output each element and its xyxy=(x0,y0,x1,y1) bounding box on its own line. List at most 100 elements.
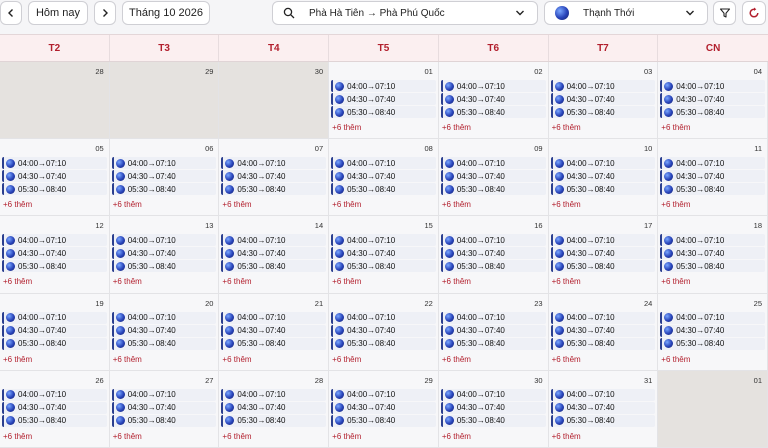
more-events-link[interactable]: +6 thêm xyxy=(332,200,361,209)
more-events-link[interactable]: +6 thêm xyxy=(113,277,142,286)
trip-event[interactable]: 04:00→07:10 xyxy=(331,388,436,401)
trip-event[interactable]: 04:30→07:40 xyxy=(660,93,765,105)
trip-event[interactable]: 04:00→07:10 xyxy=(550,234,656,247)
trip-event[interactable]: 05:30→08:40 xyxy=(221,414,327,427)
calendar-day-cell[interactable]: 08 04:00→07:10 04:30→07:40 05:30→08:40 +6 th… xyxy=(329,139,439,217)
calendar-day-cell[interactable]: 23 04:00→07:10 04:30→07:40 05:30→08:40 +6 th… xyxy=(438,293,549,371)
calendar-day-cell[interactable]: 17 04:00→07:10 04:30→07:40 05:30→08:40 +6 th… xyxy=(548,216,659,294)
more-events-link[interactable]: +6 thêm xyxy=(661,123,690,132)
more-events-link[interactable]: +6 thêm xyxy=(332,355,361,364)
trip-event[interactable]: 04:00→07:10 xyxy=(440,388,546,401)
trip-event[interactable]: 05:30→08:40 xyxy=(440,337,546,350)
trip-event[interactable]: 04:00→07:10 xyxy=(440,311,546,324)
trip-event[interactable]: 05:30→08:40 xyxy=(221,183,327,196)
trip-event[interactable]: 04:30→07:40 xyxy=(660,247,765,260)
calendar-day-cell[interactable]: 27 04:00→07:10 04:30→07:40 05:30→08:40 +6 th… xyxy=(109,370,220,448)
trip-event[interactable]: 05:30→08:40 xyxy=(660,260,765,273)
trip-event[interactable]: 05:30→08:40 xyxy=(2,260,107,273)
trip-event[interactable]: 04:00→07:10 xyxy=(331,157,436,170)
trip-event[interactable]: 04:30→07:40 xyxy=(550,401,656,414)
more-events-link[interactable]: +6 thêm xyxy=(113,355,142,364)
trip-event[interactable]: 04:30→07:40 xyxy=(550,170,656,183)
trip-event[interactable]: 05:30→08:40 xyxy=(221,260,327,273)
trip-event[interactable]: 04:00→07:10 xyxy=(2,234,107,247)
trip-event[interactable]: 04:00→07:10 xyxy=(221,157,327,170)
calendar-day-cell[interactable]: 31 04:00→07:10 04:30→07:40 05:30→08:40 +6 th… xyxy=(548,370,659,448)
trip-event[interactable]: 04:30→07:40 xyxy=(550,324,656,337)
calendar-day-cell[interactable]: 16 04:00→07:10 04:30→07:40 05:30→08:40 +6 th… xyxy=(438,216,549,294)
trip-event[interactable]: 05:30→08:40 xyxy=(550,337,656,350)
trip-event[interactable]: 05:30→08:40 xyxy=(111,260,217,273)
route-select[interactable]: Phà Hà Tiên → Phà Phú Quốc xyxy=(272,1,538,25)
trip-event[interactable]: 05:30→08:40 xyxy=(550,260,656,273)
calendar-day-cell[interactable]: 13 04:00→07:10 04:30→07:40 05:30→08:40 +6 th… xyxy=(109,216,220,294)
trip-event[interactable]: 05:30→08:40 xyxy=(440,106,546,118)
trip-event[interactable]: 04:30→07:40 xyxy=(331,247,436,260)
more-events-link[interactable]: +6 thêm xyxy=(222,277,251,286)
calendar-day-cell[interactable]: 19 04:00→07:10 04:30→07:40 05:30→08:40 +6 th… xyxy=(0,293,110,371)
more-events-link[interactable]: +6 thêm xyxy=(552,355,581,364)
calendar-day-cell[interactable]: 25 04:00→07:10 04:30→07:40 05:30→08:40 +6 th… xyxy=(658,293,768,371)
trip-event[interactable]: 05:30→08:40 xyxy=(440,183,546,196)
trip-event[interactable]: 04:30→07:40 xyxy=(550,247,656,260)
trip-event[interactable]: 05:30→08:40 xyxy=(221,337,327,350)
calendar-day-cell[interactable]: 04 04:00→07:10 04:30→07:40 05:30→08:40 +6 th… xyxy=(658,62,768,140)
trip-event[interactable]: 04:30→07:40 xyxy=(660,170,765,183)
more-events-link[interactable]: +6 thêm xyxy=(3,200,32,209)
trip-event[interactable]: 04:00→07:10 xyxy=(2,388,107,401)
calendar-day-cell[interactable]: 26 04:00→07:10 04:30→07:40 05:30→08:40 +6 th… xyxy=(0,370,110,448)
calendar-day-cell[interactable]: 29 04:00→07:10 04:30→07:40 05:30→08:40 +6 th… xyxy=(329,370,439,448)
more-events-link[interactable]: +6 thêm xyxy=(442,355,471,364)
trip-event[interactable]: 05:30→08:40 xyxy=(550,183,656,196)
calendar-day-cell[interactable]: 07 04:00→07:10 04:30→07:40 05:30→08:40 +6 th… xyxy=(219,139,330,217)
operator-select[interactable]: Thạnh Thới xyxy=(544,1,708,25)
prev-month-button[interactable] xyxy=(0,1,22,25)
more-events-link[interactable]: +6 thêm xyxy=(661,277,690,286)
more-events-link[interactable]: +6 thêm xyxy=(442,123,471,132)
filter-button[interactable] xyxy=(713,1,736,25)
trip-event[interactable]: 04:30→07:40 xyxy=(111,324,217,337)
calendar-day-cell[interactable]: 30 04:00→07:10 04:30→07:40 05:30→08:40 +6 th… xyxy=(438,370,549,448)
calendar-day-cell[interactable]: 14 04:00→07:10 04:30→07:40 05:30→08:40 +6 th… xyxy=(219,216,330,294)
trip-event[interactable]: 04:00→07:10 xyxy=(440,234,546,247)
trip-event[interactable]: 04:00→07:10 xyxy=(660,80,765,92)
calendar-day-cell[interactable]: 12 04:00→07:10 04:30→07:40 05:30→08:40 +6 th… xyxy=(0,216,110,294)
trip-event[interactable]: 05:30→08:40 xyxy=(2,337,107,350)
trip-event[interactable]: 04:30→07:40 xyxy=(331,93,436,105)
trip-event[interactable]: 05:30→08:40 xyxy=(111,183,217,196)
more-events-link[interactable]: +6 thêm xyxy=(222,355,251,364)
calendar-day-cell[interactable]: 21 04:00→07:10 04:30→07:40 05:30→08:40 +6 th… xyxy=(219,293,330,371)
trip-event[interactable]: 04:30→07:40 xyxy=(440,247,546,260)
trip-event[interactable]: 04:30→07:40 xyxy=(331,324,436,337)
more-events-link[interactable]: +6 thêm xyxy=(661,200,690,209)
trip-event[interactable]: 05:30→08:40 xyxy=(331,183,436,196)
trip-event[interactable]: 05:30→08:40 xyxy=(331,106,436,118)
more-events-link[interactable]: +6 thêm xyxy=(222,432,251,441)
trip-event[interactable]: 04:30→07:40 xyxy=(111,247,217,260)
trip-event[interactable]: 05:30→08:40 xyxy=(660,337,765,350)
calendar-day-cell[interactable]: 10 04:00→07:10 04:30→07:40 05:30→08:40 +6 th… xyxy=(548,139,659,217)
trip-event[interactable]: 05:30→08:40 xyxy=(331,414,436,427)
calendar-day-cell[interactable]: 09 04:00→07:10 04:30→07:40 05:30→08:40 +6 th… xyxy=(438,139,549,217)
calendar-day-cell[interactable]: 29 xyxy=(109,62,220,140)
trip-event[interactable]: 04:30→07:40 xyxy=(550,93,656,105)
more-events-link[interactable]: +6 thêm xyxy=(113,200,142,209)
next-month-button[interactable] xyxy=(94,1,116,25)
more-events-link[interactable]: +6 thêm xyxy=(3,432,32,441)
trip-event[interactable]: 04:00→07:10 xyxy=(660,311,765,324)
more-events-link[interactable]: +6 thêm xyxy=(332,432,361,441)
calendar-day-cell[interactable]: 02 04:00→07:10 04:30→07:40 05:30→08:40 +6 th… xyxy=(438,62,549,140)
trip-event[interactable]: 05:30→08:40 xyxy=(111,414,217,427)
calendar-day-cell[interactable]: 20 04:00→07:10 04:30→07:40 05:30→08:40 +6 th… xyxy=(109,293,220,371)
trip-event[interactable]: 04:00→07:10 xyxy=(440,80,546,92)
trip-event[interactable]: 04:30→07:40 xyxy=(331,401,436,414)
trip-event[interactable]: 04:00→07:10 xyxy=(660,157,765,170)
more-events-link[interactable]: +6 thêm xyxy=(442,432,471,441)
trip-event[interactable]: 04:30→07:40 xyxy=(2,401,107,414)
trip-event[interactable]: 04:30→07:40 xyxy=(440,324,546,337)
more-events-link[interactable]: +6 thêm xyxy=(332,123,361,132)
trip-event[interactable]: 04:30→07:40 xyxy=(660,324,765,337)
more-events-link[interactable]: +6 thêm xyxy=(442,200,471,209)
trip-event[interactable]: 04:00→07:10 xyxy=(111,234,217,247)
trip-event[interactable]: 04:00→07:10 xyxy=(221,388,327,401)
